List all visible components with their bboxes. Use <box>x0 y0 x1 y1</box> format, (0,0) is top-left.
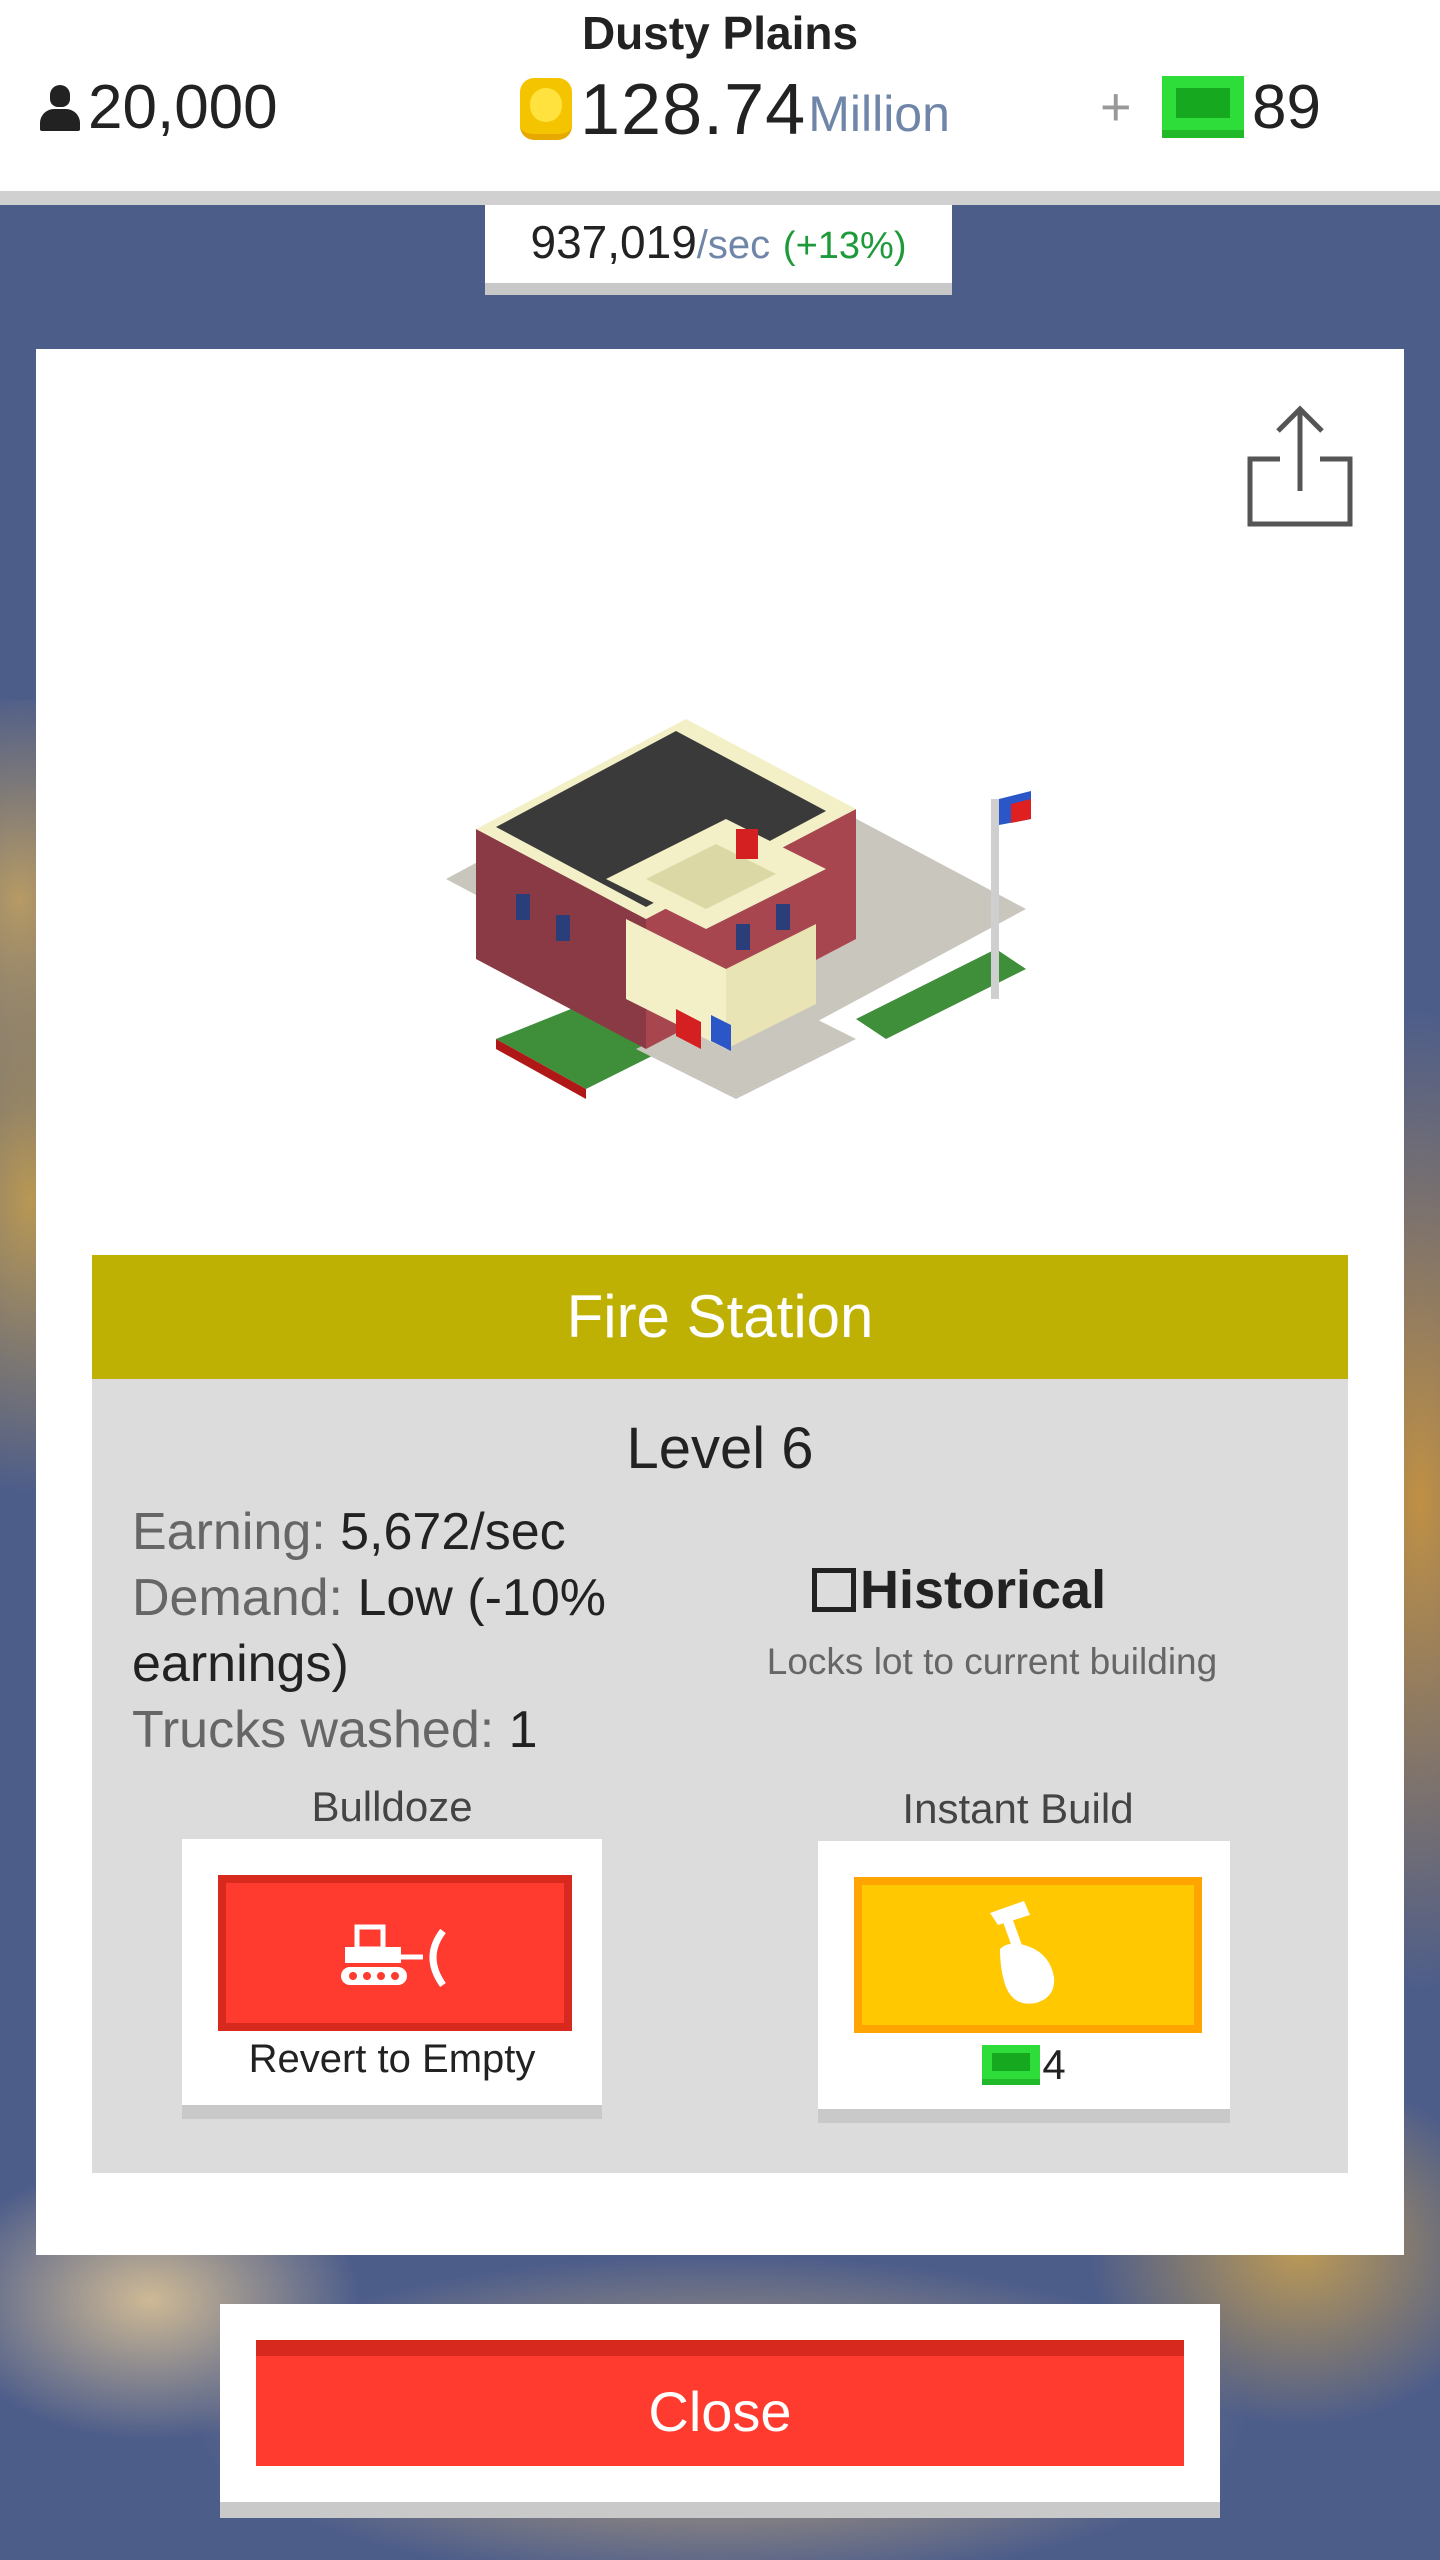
money-display: 128.74 Million <box>520 70 950 150</box>
trucks-label: Trucks washed: <box>132 1701 495 1759</box>
rate-amount: 937,019 <box>530 216 697 268</box>
earning-value: 5,672/sec <box>340 1503 566 1561</box>
population-display: 20,000 <box>38 72 278 143</box>
earning-row: Earning: 5,672/sec <box>132 1499 652 1565</box>
historical-checkbox[interactable] <box>812 1568 856 1612</box>
instant-build-cost: 4 <box>818 2041 1230 2089</box>
city-name: Dusty Plains <box>581 7 859 59</box>
instant-cost-value: 4 <box>1042 2041 1066 2088</box>
demand-label: Demand: <box>132 1569 343 1627</box>
historical-description: Locks lot to current building <box>766 1641 1218 1682</box>
building-detail-panel: Fire Station Level 6 Earning: 5,672/sec … <box>36 349 1404 2255</box>
money-amount: 128.74 <box>580 70 807 150</box>
bucks-value: 89 <box>1252 73 1321 142</box>
top-status-bar: Dusty Plains 20,000 128.74 Million + 89 <box>0 0 1440 205</box>
close-card: Close <box>220 2304 1220 2518</box>
population-value: 20,000 <box>88 73 278 142</box>
building-title-bar: Fire Station <box>92 1255 1348 1379</box>
coin-icon <box>520 78 572 140</box>
bulldoze-card: Revert to Empty <box>182 1839 602 2119</box>
share-icon[interactable] <box>1240 399 1360 539</box>
cash-icon <box>982 2045 1041 2085</box>
cash-icon[interactable] <box>1162 76 1244 138</box>
money-unit: Million <box>808 86 950 142</box>
bulldozer-icon <box>341 1924 446 1988</box>
earning-label: Earning: <box>132 1503 326 1561</box>
add-bucks-button[interactable]: + <box>1100 76 1132 138</box>
rate-bonus: (+13%) <box>782 225 907 267</box>
rate-unit: /sec <box>696 223 771 267</box>
historical-toggle[interactable]: Historical <box>812 1559 1106 1621</box>
revert-to-empty-label: Revert to Empty <box>248 2037 536 2081</box>
historical-label: Historical <box>860 1560 1107 1620</box>
building-stats: Earning: 5,672/sec Demand: Low (-10% ear… <box>132 1499 652 1763</box>
hammer-hand-icon <box>990 1901 1055 2004</box>
instant-build-heading: Instant Build <box>902 1785 1134 1832</box>
building-level: Level 6 <box>626 1416 814 1481</box>
bulldoze-heading: Bulldoze <box>311 1783 473 1830</box>
trucks-row: Trucks washed: 1 <box>132 1697 652 1763</box>
income-rate: 937,019/sec (+13%) <box>485 205 952 295</box>
person-icon <box>38 84 82 131</box>
bulldoze-button[interactable] <box>218 1875 572 2031</box>
close-button[interactable]: Close <box>256 2340 1184 2466</box>
instant-build-card: 4 <box>818 1841 1230 2123</box>
instant-build-button[interactable] <box>854 1877 1202 2033</box>
trucks-value: 1 <box>508 1701 538 1759</box>
fire-station-image <box>446 719 1031 1099</box>
demand-row: Demand: Low (-10% earnings) <box>132 1565 652 1697</box>
